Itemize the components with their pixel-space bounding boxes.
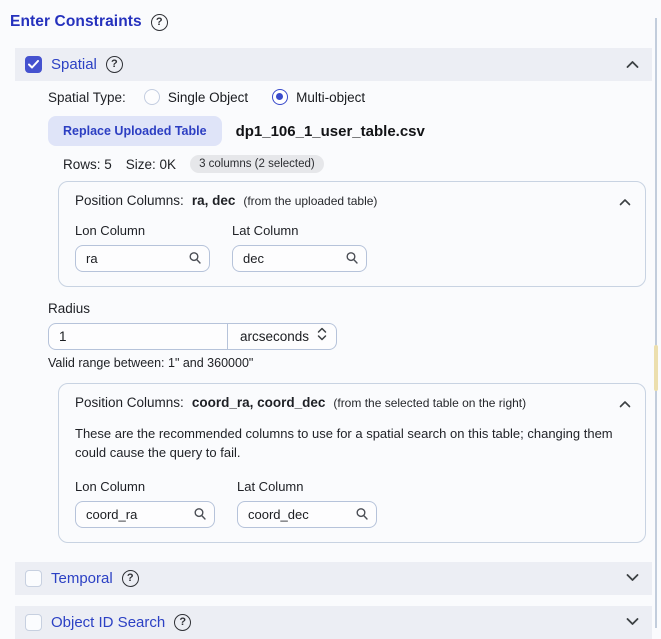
panel-title: Position Columns: xyxy=(75,193,184,208)
lat-column-field: Lat Column xyxy=(232,223,367,272)
temporal-section-label: Temporal xyxy=(51,569,113,587)
stepper-icon[interactable] xyxy=(317,327,327,346)
search-icon[interactable] xyxy=(355,507,369,526)
help-icon[interactable]: ? xyxy=(121,569,139,587)
radius-label: Radius xyxy=(48,301,91,316)
object-id-section-header[interactable]: Object ID Search ? xyxy=(15,605,652,639)
radio-label: Single Object xyxy=(167,89,249,105)
lat-column-field: Lat Column xyxy=(237,479,377,528)
spatial-type-row: Spatial Type: Single Object Multi-object xyxy=(48,89,661,105)
panel-description: These are the recommended columns to use… xyxy=(75,426,613,460)
columns-badge[interactable]: 3 columns (2 selected) xyxy=(190,155,324,173)
lat-column-label: Lat Column xyxy=(232,223,299,238)
panel-hint: (from the uploaded table) xyxy=(243,194,378,208)
panel-columns-value: coord_ra, coord_dec xyxy=(191,395,326,410)
chevron-up-icon[interactable] xyxy=(619,193,631,211)
radius-unit-value: arcseconds xyxy=(240,329,310,344)
lon-column-label: Lon Column xyxy=(75,223,146,238)
radio-multi-object[interactable]: Multi-object xyxy=(272,89,365,105)
panel-header[interactable]: Position Columns: coord_ra, coord_dec (f… xyxy=(59,384,645,413)
search-icon[interactable] xyxy=(188,251,202,270)
radio-single-object[interactable]: Single Object xyxy=(143,89,249,105)
panel-divider[interactable] xyxy=(655,18,657,628)
spatial-section-header[interactable]: Spatial ? xyxy=(15,48,652,81)
rows-count: Rows: 5 xyxy=(63,156,112,172)
lonlat-row: Lon Column Lat Column xyxy=(59,463,645,542)
radius-group: arcseconds xyxy=(48,323,661,350)
checkmark-icon xyxy=(28,60,39,69)
uploaded-filename: dp1_106_1_user_table.csv xyxy=(235,122,425,140)
spatial-type-label: Spatial Type: xyxy=(48,89,126,105)
lonlat-row: Lon Column Lat Column xyxy=(59,211,645,286)
object-id-checkbox[interactable] xyxy=(25,613,42,631)
page-header: Enter Constraints ? xyxy=(0,0,661,31)
lon-column-label: Lon Column xyxy=(75,478,146,494)
temporal-section-header[interactable]: Temporal ? xyxy=(15,561,652,595)
radius-valid-range: Valid range between: 1" and 360000" xyxy=(48,356,254,370)
file-size: Size: 0K xyxy=(125,156,177,172)
search-icon[interactable] xyxy=(345,251,359,270)
lat-column-label: Lat Column xyxy=(237,478,304,494)
position-columns-panel-uploaded: Position Columns: ra, dec (from the uplo… xyxy=(58,181,646,287)
panel-header[interactable]: Position Columns: ra, dec (from the uplo… xyxy=(59,182,645,211)
search-icon[interactable] xyxy=(193,507,207,526)
replace-uploaded-table-button[interactable]: Replace Uploaded Table xyxy=(48,116,222,146)
radius-input[interactable] xyxy=(48,323,228,350)
radius-unit-select[interactable]: arcseconds xyxy=(228,323,338,350)
spatial-section-body: Spatial Type: Single Object Multi-object… xyxy=(0,89,661,543)
object-id-section-label: Object ID Search xyxy=(51,613,166,631)
panel-columns-value: ra, dec xyxy=(191,193,236,208)
position-columns-panel-table: Position Columns: coord_ra, coord_dec (f… xyxy=(58,383,646,543)
radio-icon[interactable] xyxy=(143,89,160,105)
radio-label: Multi-object xyxy=(296,89,366,105)
radio-icon[interactable] xyxy=(272,89,289,105)
help-icon[interactable]: ? xyxy=(174,613,192,631)
panel-title: Position Columns: xyxy=(75,395,184,410)
chevron-down-icon[interactable] xyxy=(626,569,639,587)
chevron-down-icon[interactable] xyxy=(626,613,639,631)
help-icon[interactable]: ? xyxy=(150,13,168,31)
divider-highlight xyxy=(654,345,658,391)
chevron-up-icon[interactable] xyxy=(619,395,631,413)
upload-row: Replace Uploaded Table dp1_106_1_user_ta… xyxy=(48,116,661,146)
help-icon[interactable]: ? xyxy=(105,56,123,73)
spatial-checkbox[interactable] xyxy=(25,56,42,73)
spatial-section-label: Spatial xyxy=(51,56,97,73)
lon-column-field: Lon Column xyxy=(75,479,215,528)
spatial-type-radio-group: Single Object Multi-object xyxy=(143,89,365,105)
lon-column-field: Lon Column xyxy=(75,223,210,272)
chevron-up-icon[interactable] xyxy=(626,56,639,74)
upload-stats-row: Rows: 5 Size: 0K 3 columns (2 selected) xyxy=(63,155,661,173)
page-title: Enter Constraints xyxy=(10,13,142,30)
panel-hint: (from the selected table on the right) xyxy=(333,396,527,410)
temporal-checkbox[interactable] xyxy=(25,569,42,587)
